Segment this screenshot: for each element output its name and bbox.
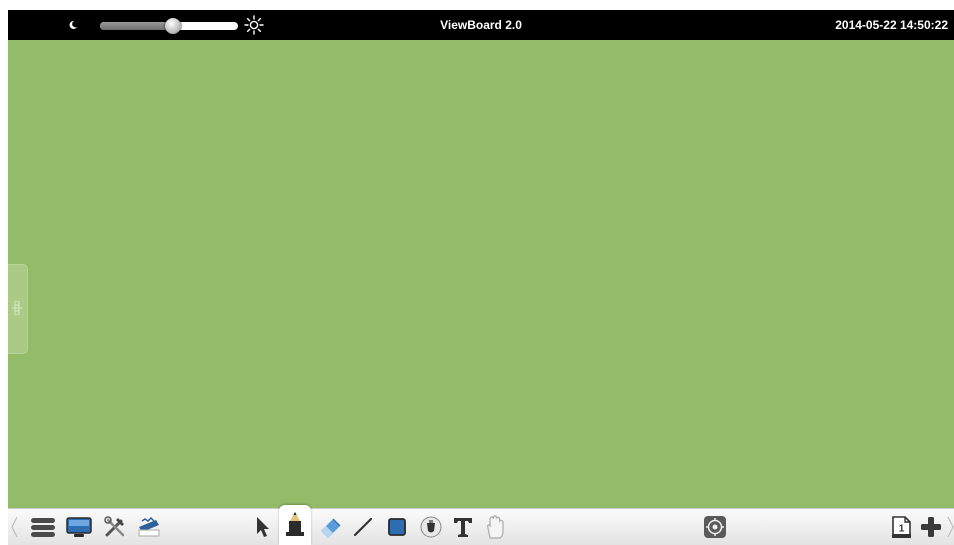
date-time: 2014-05-22 14:50:22: [835, 18, 948, 32]
grip-icon: [12, 301, 22, 315]
hand-icon[interactable]: [482, 514, 508, 540]
page-icon[interactable]: 1: [888, 514, 914, 540]
side-panel-handle[interactable]: [8, 264, 28, 354]
collapse-chevron-icon[interactable]: [8, 514, 20, 540]
menu-icon[interactable]: [30, 514, 56, 540]
add-page-icon[interactable]: [918, 514, 944, 540]
text-icon[interactable]: [450, 514, 476, 540]
fill-icon[interactable]: [418, 514, 444, 540]
rectangle-icon[interactable]: [384, 514, 410, 540]
app-title: ViewBoard 2.0: [440, 18, 522, 32]
title-bar: ViewBoard 2.0 2014-05-22 14:50:22: [8, 10, 954, 40]
whiteboard-icon[interactable]: [136, 514, 162, 540]
select-arrow-icon[interactable]: [250, 514, 276, 540]
tools-icon[interactable]: [102, 514, 128, 540]
whiteboard-canvas[interactable]: [8, 40, 954, 508]
viewboard-window: ViewBoard 2.0 2014-05-22 14:50:22 1: [8, 10, 954, 545]
page-number: 1: [899, 524, 905, 535]
expand-chevron-icon[interactable]: [945, 514, 954, 540]
monitor-icon[interactable]: [66, 514, 92, 540]
eraser-icon[interactable]: [318, 514, 344, 540]
screen-capture-icon[interactable]: [702, 514, 728, 540]
line-icon[interactable]: [350, 514, 376, 540]
bottom-toolbar: 1: [8, 505, 954, 545]
pen-icon[interactable]: [282, 511, 308, 537]
